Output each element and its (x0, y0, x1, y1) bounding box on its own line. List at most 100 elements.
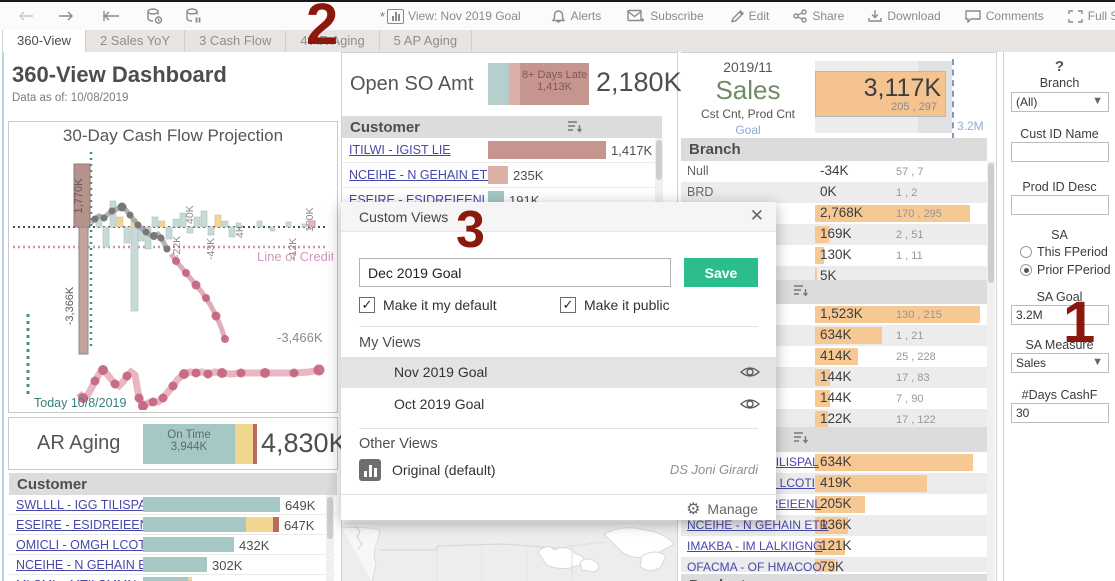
cash-flow-chart[interactable]: 1,770K (9, 146, 333, 410)
bar-segment (273, 517, 279, 532)
prod-id-input[interactable] (1011, 195, 1109, 215)
value-label: 136K (820, 517, 852, 532)
comments-button[interactable]: Comments (965, 9, 1044, 23)
undo-icon[interactable] (16, 5, 34, 27)
bar-segment (143, 577, 188, 581)
late-label: 8+ Days Late (522, 69, 587, 81)
make-default-checkbox[interactable]: ✓ Make it my default (359, 297, 497, 313)
bar-segment (143, 517, 246, 532)
subscribe-button[interactable]: Subscribe (627, 9, 703, 23)
make-public-checkbox[interactable]: ✓ Make it public (560, 297, 670, 313)
revert-icon[interactable] (102, 5, 120, 27)
days-cashf-input[interactable] (1011, 403, 1109, 423)
sales-goal-label: Goal (681, 123, 815, 137)
radio-prior-fperiod[interactable]: Prior FPeriod (1020, 263, 1111, 277)
bar-segment (143, 557, 207, 572)
alerts-button[interactable]: Alerts (551, 9, 602, 24)
customer-link[interactable]: OFACMA - OF HMACOO (687, 560, 822, 572)
late-value: 1,413K (537, 81, 572, 93)
value-label: -34K (820, 163, 849, 178)
gear-icon: ⚙ (686, 499, 700, 519)
customer-link[interactable]: SWLLLL - IGG TILISPAL (16, 498, 153, 512)
value-label: 432K (239, 538, 269, 553)
counts-label: 17 , 83 (896, 372, 930, 384)
radio-this-fperiod[interactable]: This FPeriod (1020, 245, 1108, 259)
custom-view-menu[interactable]: * View: Nov 2019 Goal (380, 9, 521, 24)
tab-ap-aging[interactable]: 5 AP Aging (380, 30, 472, 52)
eye-icon[interactable] (740, 365, 760, 379)
customer-link[interactable]: ESEIRE - ESIDREIEENL (16, 518, 156, 532)
open-so-total-value: 2,180K (596, 67, 682, 98)
sort-icon[interactable] (567, 120, 583, 134)
value-label: 144K (820, 369, 852, 384)
pause-updates-icon[interactable] (185, 5, 202, 27)
line-of-credit-label: Line of Credit (257, 249, 333, 264)
axis-label: 40K (184, 205, 196, 224)
view-item-original[interactable]: Original (default) DS Joni Girardi (359, 458, 758, 484)
help-icon[interactable]: ? (1004, 58, 1115, 75)
value-label: 79K (820, 559, 844, 572)
sort-icon[interactable] (793, 431, 809, 445)
ar-aging-title: AR Aging (37, 432, 120, 455)
dip-value-label: -3,366K (64, 286, 76, 325)
bar-segment (188, 577, 192, 581)
days-cashf-label: #Days CashF (1004, 388, 1115, 402)
value-bar (143, 577, 192, 581)
customer-link[interactable]: NCEIHE - N GEHAIN ETR (687, 518, 828, 532)
sheet-tabs: 360-View 2 Sales YoY 3 Cash Flow 4 AR Ag… (2, 30, 1115, 52)
redo-icon[interactable] (58, 5, 76, 27)
tab-cash-flow[interactable]: 3 Cash Flow (185, 30, 286, 52)
value-label: 1,417K (611, 143, 652, 158)
unsaved-indicator: * (380, 9, 385, 24)
value-label: 130K (820, 247, 852, 262)
checkbox-checked-icon: ✓ (560, 297, 576, 313)
sa-measure-dropdown[interactable]: Sales▼ (1011, 353, 1109, 373)
ar-scrollbar[interactable] (326, 495, 334, 581)
sa-measure-label: SA Measure (1004, 338, 1115, 352)
download-button[interactable]: Download (868, 9, 940, 23)
save-button[interactable]: Save (684, 258, 758, 287)
edit-button[interactable]: Edit (730, 9, 770, 23)
value-label: 2,768K (820, 205, 863, 220)
sales-scrollbar[interactable] (987, 161, 995, 581)
eye-icon[interactable] (740, 397, 760, 411)
toolbar: * View: Nov 2019 Goal Alerts Subscribe E… (0, 2, 1115, 30)
customer-link[interactable]: ITILWI - IGIST LIE (349, 143, 451, 157)
chevron-down-icon: ▼ (1092, 95, 1103, 107)
value-bar (143, 557, 207, 572)
map[interactable] (342, 522, 677, 581)
sales-period: 2019/11 (681, 59, 815, 75)
view-item-nov-2019[interactable]: Nov 2019 Goal (341, 357, 776, 388)
customer-link[interactable]: OMICLI - OMGH LCOTI (16, 538, 149, 552)
tab-sales-yoy[interactable]: 2 Sales YoY (86, 30, 185, 52)
customer-link[interactable]: NCEIHE - N GEHAIN ET. (16, 558, 156, 572)
data-as-of: Data as of: 10/08/2019 (12, 92, 128, 104)
counts-label: 2 , 51 (896, 229, 924, 241)
counts-label: 1 , 11 (896, 250, 923, 262)
value-label: 121K (820, 538, 852, 553)
manage-button[interactable]: ⚙ Manage (686, 499, 758, 519)
cust-id-input[interactable] (1011, 142, 1109, 162)
tab-360-view[interactable]: 360-View (2, 30, 86, 52)
ar-total-bar[interactable]: On Time 3,944K (143, 424, 257, 464)
branch-filter-dropdown[interactable]: (All)▼ (1011, 92, 1109, 112)
counts-label: 1 , 21 (896, 330, 924, 342)
open-so-total-bar[interactable]: 8+ Days Late 1,413K (488, 63, 589, 105)
sales-total-bar[interactable]: 3,117K 205 , 297 (815, 71, 946, 117)
sales-subtitle: Cst Cnt, Prod Cnt (681, 107, 815, 121)
counts-label: 7 , 90 (896, 393, 924, 405)
close-icon[interactable]: ✕ (750, 206, 764, 226)
bell-icon (551, 9, 566, 24)
view-item-oct-2019[interactable]: Oct 2019 Goal (341, 389, 776, 420)
refresh-data-icon[interactable] (146, 5, 163, 27)
full-screen-button[interactable]: Full Screen (1068, 9, 1115, 23)
counts-label: 17 , 122 (896, 414, 936, 426)
customer-link[interactable]: IMAKBA - IM LALKIIGNG (687, 539, 822, 553)
today-label: Today 10/8/2019 (34, 396, 126, 410)
share-button[interactable]: Share (793, 9, 844, 23)
customer-link[interactable]: NCEIHE - N GEHAIN ETR (349, 168, 496, 182)
sort-icon[interactable] (793, 284, 809, 298)
counts-label: 57 , 7 (896, 166, 924, 178)
table-row: NCEIHE - N GEHAIN ETR235K (342, 163, 662, 188)
view-name-input[interactable] (359, 258, 671, 287)
